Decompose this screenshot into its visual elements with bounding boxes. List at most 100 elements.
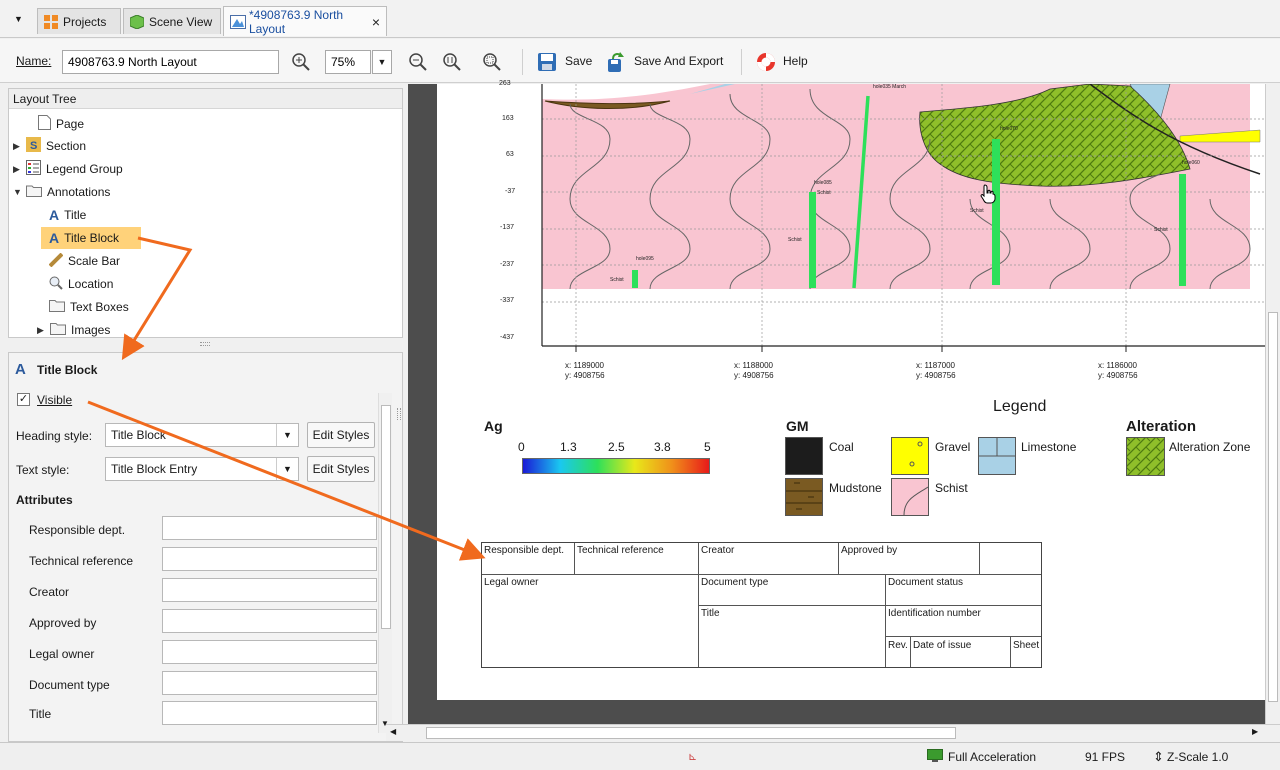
svg-text:hole060: hole060 [1182,160,1200,166]
tab-layout[interactable]: *4908763.9 North Layout × [223,6,387,36]
legal-owner-input[interactable] [162,640,377,664]
splitter-grip[interactable] [397,408,401,420]
title-block-cell: Identification number [888,608,981,619]
tree-item-section[interactable]: ▶ S Section [13,135,86,157]
tree-item-annotations[interactable]: ▼ Annotations [13,181,110,203]
x-coord: x: 1188000 [734,361,773,370]
x-coord-label: x: 1186000 y: 4908756 [1098,361,1138,381]
title-block-cell: Technical reference [577,545,664,556]
tree-item-text-boxes[interactable]: Text Boxes [49,296,129,318]
acceleration-status: Full Acceleration [948,750,1037,764]
tree-item-page[interactable]: Page [25,113,84,135]
properties-title: Title Block [37,363,98,377]
tree-item-label: Scale Bar [68,254,121,268]
expand-arrow-icon[interactable]: ▶ [37,325,45,336]
scrollbar-thumb[interactable] [381,405,391,629]
title-block-cell: Rev. [888,640,908,651]
scroll-right-arrow-icon[interactable]: ▶ [1252,727,1258,736]
zoom-fit-page-icon[interactable] [481,51,503,73]
save-export-button[interactable]: Save And Export [634,54,723,68]
technical-reference-input[interactable] [162,547,377,571]
heading-style-select[interactable]: Title Block ▼ [105,423,299,447]
schist-swatch [891,478,929,516]
field-label: Legal owner [29,647,95,661]
properties-scrollbar[interactable]: ▼ [378,393,392,733]
title-block[interactable]: Responsible dept. Technical reference Cr… [481,542,1042,668]
axes-icon: ⊾ [688,751,698,763]
title-block-cell: Approved by [841,545,898,556]
title-block-cell: Title [701,608,720,619]
drill-hole [1179,174,1186,286]
tab-layout-label: *4908763.9 North Layout [249,7,344,36]
collapse-arrow-icon[interactable]: ▼ [13,187,22,197]
approved-by-input[interactable] [162,609,377,633]
document-type-input[interactable] [162,671,377,695]
zoom-in-icon[interactable] [290,51,312,73]
canvas-horizontal-scrollbar[interactable]: ◀ ▶ [386,724,1280,741]
svg-text:hole095: hole095 [636,256,654,262]
y-tick-label: 63 [506,151,514,158]
scrollbar-thumb[interactable] [426,727,956,739]
y-tick-label: 163 [502,115,514,122]
y-tick-label: 263 [499,80,511,87]
zoom-dropdown-chevron-icon[interactable]: ▼ [372,50,392,74]
field-label: Approved by [29,616,97,630]
svg-text:S: S [30,140,37,152]
title-input[interactable] [162,701,377,725]
expand-arrow-icon[interactable]: ▶ [13,164,21,175]
tree-item-scale-bar[interactable]: Scale Bar [48,250,121,272]
alteration-swatch [1126,437,1165,476]
save-export-icon[interactable] [604,51,626,73]
legend-icon [26,160,41,178]
tree-item-label: Location [68,277,114,291]
tab-menu-chevron-icon[interactable]: ▼ [14,14,23,24]
edit-styles-button[interactable]: Edit Styles [307,456,375,482]
layout-icon [230,14,246,29]
tree-item-title-block[interactable]: A Title Block [41,227,141,249]
scrollbar-thumb[interactable] [1268,312,1278,702]
scroll-left-arrow-icon[interactable]: ◀ [390,727,396,736]
text-style-select[interactable]: Title Block Entry ▼ [105,457,299,481]
tab-scene-view-label: Scene View [149,14,213,29]
splitter-grip[interactable] [200,342,210,346]
gravel-swatch [891,437,929,475]
mudstone-label: Mudstone [829,481,882,495]
help-button[interactable]: Help [783,54,808,68]
tree-item-title[interactable]: A Title [49,204,86,226]
creator-input[interactable] [162,578,377,602]
responsible-dept-input[interactable] [162,516,377,540]
zoom-select[interactable] [325,50,371,74]
svg-text:hole070: hole070 [1000,126,1018,132]
ag-tick: 5 [704,440,711,454]
zoom-out-icon[interactable] [407,51,429,73]
ag-tick: 3.8 [654,440,671,454]
tab-scene-view[interactable]: Scene View [123,8,221,34]
tree-item-location[interactable]: Location [49,273,113,295]
toolbar-separator [741,49,742,75]
tab-projects[interactable]: Projects [37,8,121,34]
tree-item-label: Text Boxes [70,300,129,314]
save-button[interactable]: Save [565,54,592,68]
svg-text:Schist: Schist [610,277,624,283]
save-icon[interactable] [536,51,558,73]
y-coord: y: 4908756 [734,371,774,380]
zoom-fit-height-icon[interactable] [441,51,463,73]
name-input[interactable] [62,50,279,74]
canvas-vertical-scrollbar[interactable]: ▼ [1265,84,1280,740]
ruler-icon [48,252,64,270]
close-tab-icon[interactable]: × [372,14,380,30]
dropdown-chevron-icon[interactable]: ▼ [276,458,298,480]
expand-arrow-icon[interactable]: ▶ [13,141,21,152]
fps-status: 91 FPS [1085,750,1126,764]
cross-section-plot[interactable]: hole095 hole085 hole035 March hole070 ho… [490,84,1265,394]
help-lifebuoy-icon[interactable] [755,51,777,73]
edit-styles-button[interactable]: Edit Styles [307,422,375,448]
tree-item-label: Annotations [47,185,111,199]
visible-checkbox[interactable]: ✓ [17,393,30,406]
tree-item-legend-group[interactable]: ▶ Legend Group [13,158,123,180]
z-scale-status[interactable]: Z-Scale 1.0 [1167,750,1228,764]
x-axis-ticks [575,346,1127,352]
folder-icon [49,299,65,315]
tree-item-images[interactable]: ▶ Images [37,319,110,341]
dropdown-chevron-icon[interactable]: ▼ [276,424,298,446]
